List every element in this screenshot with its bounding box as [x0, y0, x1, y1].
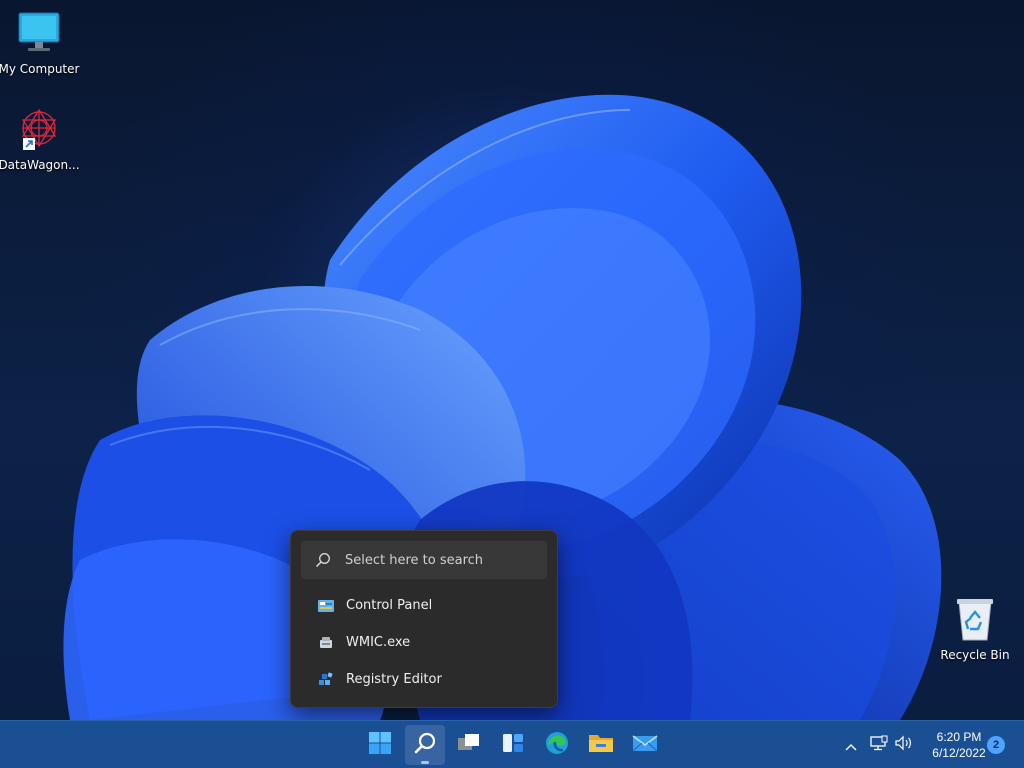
desktop-icon-label: My Computer — [0, 62, 80, 76]
edge-icon — [544, 730, 570, 760]
search-result-registry-editor[interactable]: Registry Editor — [301, 661, 547, 698]
taskbar-mail-button[interactable] — [625, 725, 665, 765]
mail-icon — [632, 731, 658, 759]
tray-volume-button[interactable] — [893, 721, 915, 768]
active-indicator — [421, 761, 429, 764]
windows-start-icon — [368, 731, 392, 759]
search-icon — [413, 731, 437, 759]
recycle-bin-icon — [951, 596, 999, 644]
tray-show-hidden-button[interactable] — [840, 721, 862, 768]
search-result-control-panel[interactable]: Control Panel — [301, 587, 547, 624]
chevron-up-icon — [845, 736, 857, 755]
search-result-label: Registry Editor — [346, 672, 442, 687]
network-icon — [870, 735, 888, 755]
search-result-wmic[interactable]: WMIC.exe — [301, 624, 547, 661]
monitor-icon — [15, 10, 63, 58]
taskbar: 6:20 PM 6/12/2022 — [0, 720, 1024, 768]
taskbar-search-button[interactable] — [405, 725, 445, 765]
tray-network-button[interactable] — [868, 721, 890, 768]
taskbar-edge-button[interactable] — [537, 725, 577, 765]
notification-center-badge[interactable]: 2 — [987, 736, 1005, 754]
widgets-icon — [501, 731, 525, 759]
desktop-icon-label: DataWagon... — [0, 158, 80, 172]
control-panel-icon — [317, 597, 335, 615]
search-icon — [315, 552, 331, 568]
speaker-icon — [895, 735, 913, 755]
search-box[interactable] — [301, 541, 547, 579]
desktop-icon-my-computer[interactable]: My Computer — [0, 10, 79, 76]
taskbar-task-view-button[interactable] — [449, 725, 489, 765]
taskbar-widgets-button[interactable] — [493, 725, 533, 765]
taskbar-file-explorer-button[interactable] — [581, 725, 621, 765]
registry-editor-icon — [317, 671, 335, 689]
search-flyout: Control Panel WMIC.exe Registry Editor — [290, 530, 558, 708]
search-input[interactable] — [345, 552, 533, 568]
desktop-icon-recycle-bin[interactable]: Recycle Bin — [935, 596, 1015, 662]
desktop-icon-label: Recycle Bin — [940, 648, 1010, 662]
file-explorer-icon — [588, 731, 614, 759]
taskbar-start-button[interactable] — [360, 725, 400, 765]
search-result-label: WMIC.exe — [346, 635, 411, 650]
desktop-icon-datawagon[interactable]: DataWagon... — [0, 106, 80, 172]
datawagon-icon — [15, 106, 63, 154]
task-view-icon — [456, 731, 482, 759]
wmic-icon — [317, 634, 335, 652]
notification-count: 2 — [992, 739, 1000, 751]
search-result-label: Control Panel — [346, 598, 433, 613]
